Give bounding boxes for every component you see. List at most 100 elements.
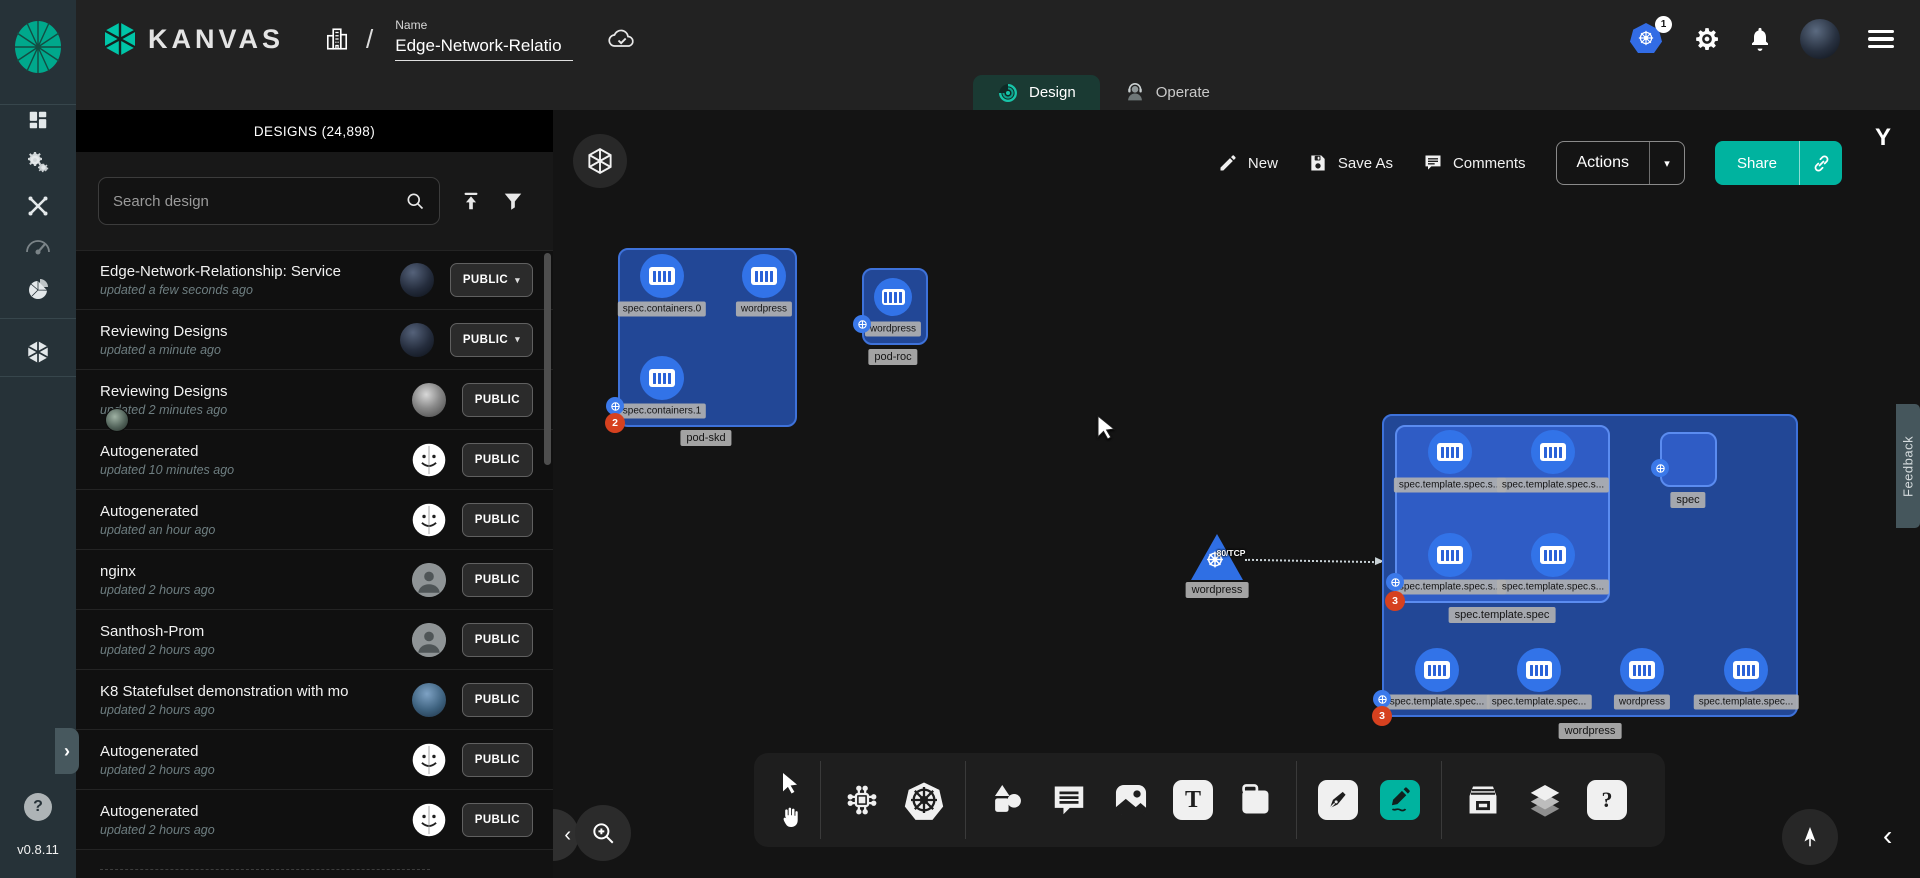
error-count-badge[interactable]: 3 — [1372, 706, 1392, 726]
kubernetes-context-button[interactable]: 1 — [1630, 23, 1666, 55]
components-tool[interactable] — [838, 776, 886, 824]
comment-tool[interactable] — [1045, 776, 1093, 824]
designs-panel: DESIGNS (24,898) Edge-Network-Relationsh… — [76, 110, 553, 878]
design-list-item[interactable]: nginxupdated 2 hours ago PUBLIC — [76, 550, 553, 610]
copy-link-icon[interactable] — [1800, 141, 1842, 185]
design-list-item[interactable]: Edge-Network-Relationship: Serviceupdate… — [76, 250, 553, 310]
notifications-bell-icon[interactable] — [1748, 26, 1772, 52]
designs-scrollbar[interactable] — [544, 253, 551, 465]
sidebar-item-kanvas[interactable] — [0, 332, 76, 372]
actions-dropdown-button[interactable]: Actions ▾ — [1556, 141, 1685, 185]
design-list-item[interactable]: Reviewing Designsupdated a minute ago PU… — [76, 310, 553, 370]
settings-gear-icon[interactable] — [1694, 26, 1720, 52]
tab-design[interactable]: Design — [973, 75, 1100, 110]
organization-icon[interactable] — [324, 26, 350, 52]
pan-hand-tool[interactable] — [778, 805, 802, 829]
node-template-container[interactable] — [1531, 430, 1575, 474]
design-name-input[interactable] — [395, 34, 573, 61]
design-list-item[interactable]: Autogeneratedupdated an hour ago PUBLIC — [76, 490, 553, 550]
tab-operate[interactable]: Operate — [1100, 75, 1234, 110]
caret-down-icon[interactable]: ▾ — [1650, 142, 1684, 184]
sidebar-item-configuration[interactable] — [0, 186, 76, 226]
layers-tool[interactable] — [1521, 776, 1569, 824]
node-bottom-container[interactable] — [1724, 648, 1768, 692]
menu-hamburger-icon[interactable] — [1868, 30, 1894, 49]
container-icon — [1540, 546, 1566, 564]
new-design-button[interactable]: New — [1218, 153, 1278, 173]
container-icon — [1437, 443, 1463, 461]
design-search-input[interactable] — [113, 193, 405, 210]
meshery-menu-button[interactable] — [573, 134, 627, 188]
node-template-container[interactable] — [1428, 533, 1472, 577]
design-list-item[interactable]: Autogeneratedupdated 10 minutes ago PUBL… — [76, 430, 553, 490]
design-canvas[interactable]: New Save As Comments Actions ▾ Share — [553, 110, 1920, 878]
center-view-button[interactable] — [1782, 809, 1838, 865]
design-title: K8 Statefulset demonstration with mo — [100, 683, 404, 700]
operator-headset-icon — [1124, 82, 1146, 104]
visibility-select[interactable]: PUBLIC▾ — [450, 263, 533, 297]
pen-tool[interactable] — [1314, 776, 1362, 824]
dock-handle-icon[interactable]: Y — [1875, 124, 1891, 152]
sidebar-item-performance[interactable] — [0, 226, 76, 266]
node-container-spec-containers-1[interactable] — [640, 356, 684, 400]
sidebar-expand-chevron[interactable]: › — [55, 728, 79, 774]
design-updated: updated 2 hours ago — [100, 583, 404, 597]
expand-right-panel-chevron[interactable]: ‹ — [1883, 820, 1892, 852]
sidebar-item-lifecycle[interactable] — [0, 143, 76, 183]
chevron-left-icon: ‹ — [1883, 820, 1892, 851]
container-label: wordpress — [736, 302, 792, 317]
feedback-tab[interactable]: Feedback — [1896, 404, 1920, 528]
design-list-item[interactable]: K8 Statefulset demonstration with moupda… — [76, 670, 553, 730]
design-list-item[interactable]: Autogeneratedupdated 2 hours ago PUBLIC — [76, 730, 553, 790]
image-tool[interactable] — [1107, 776, 1155, 824]
visibility-badge[interactable]: PUBLIC — [462, 563, 533, 597]
design-list-item[interactable]: Reviewing Designsupdated 2 minutes ago P… — [76, 370, 553, 430]
save-as-button[interactable]: Save As — [1308, 153, 1393, 173]
upload-design-icon[interactable] — [460, 190, 482, 212]
node-template-container[interactable] — [1428, 430, 1472, 474]
visibility-badge[interactable]: PUBLIC — [462, 443, 533, 477]
help-tool[interactable]: ? — [1583, 776, 1631, 824]
node-bottom-container[interactable] — [1620, 648, 1664, 692]
zoom-in-button[interactable] — [575, 805, 631, 861]
visibility-badge[interactable]: PUBLIC — [462, 743, 533, 777]
kubernetes-tool[interactable] — [900, 776, 948, 824]
error-count-badge[interactable]: 3 — [1385, 591, 1405, 611]
design-list-item[interactable]: Santhosh-Promupdated 2 hours ago PUBLIC — [76, 610, 553, 670]
visibility-badge[interactable]: PUBLIC — [462, 623, 533, 657]
visibility-select[interactable]: PUBLIC▾ — [450, 323, 533, 357]
meshery-logo[interactable] — [13, 19, 63, 75]
share-button[interactable]: Share — [1715, 141, 1842, 185]
design-list-item[interactable]: Autogeneratedupdated 2 hours ago PUBLIC — [76, 790, 553, 850]
shapes-tool[interactable] — [983, 776, 1031, 824]
design-search-box[interactable] — [98, 177, 440, 225]
filter-icon[interactable] — [502, 190, 524, 212]
sidebar-item-extensions[interactable] — [0, 270, 76, 310]
node-container-wordpress[interactable] — [742, 254, 786, 298]
visibility-badge[interactable]: PUBLIC — [462, 803, 533, 837]
service-deployment-edge[interactable] — [1245, 559, 1381, 563]
app-sidebar: › ? v0.8.11 — [0, 0, 76, 878]
search-icon[interactable] — [405, 191, 425, 211]
node-bottom-container[interactable] — [1415, 648, 1459, 692]
comments-button[interactable]: Comments — [1423, 153, 1526, 173]
sticky-note-tool[interactable] — [1231, 776, 1279, 824]
node-container-wordpress[interactable] — [874, 278, 912, 316]
text-tool[interactable]: T — [1169, 776, 1217, 824]
freehand-draw-tool-active[interactable] — [1376, 776, 1424, 824]
visibility-badge[interactable]: PUBLIC — [462, 503, 533, 537]
select-tool[interactable] — [778, 771, 802, 795]
visibility-badge[interactable]: PUBLIC — [462, 383, 533, 417]
node-container-spec-containers-0[interactable] — [640, 254, 684, 298]
node-template-container[interactable] — [1531, 533, 1575, 577]
kanvas-brand[interactable]: KANVAS — [102, 20, 284, 58]
node-spec[interactable] — [1660, 432, 1717, 487]
drawer-tool[interactable] — [1459, 776, 1507, 824]
error-count-badge[interactable]: 2 — [605, 413, 625, 433]
user-avatar[interactable] — [1800, 19, 1840, 59]
visibility-label: PUBLIC — [475, 694, 520, 706]
help-button[interactable]: ? — [24, 793, 52, 821]
visibility-badge[interactable]: PUBLIC — [462, 683, 533, 717]
node-bottom-container[interactable] — [1517, 648, 1561, 692]
sidebar-item-dashboard[interactable] — [0, 100, 76, 140]
